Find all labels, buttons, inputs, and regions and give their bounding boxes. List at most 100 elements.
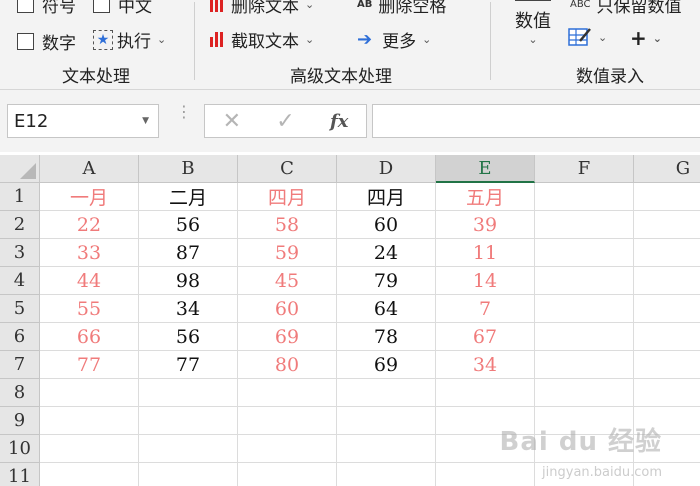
cell-a5[interactable]: 55: [40, 295, 139, 323]
checkbox-icon[interactable]: [17, 0, 34, 13]
cell-g7[interactable]: [634, 351, 700, 379]
cell-f7[interactable]: [535, 351, 634, 379]
row-header-2[interactable]: 2: [0, 211, 40, 239]
cell-c10[interactable]: [238, 435, 337, 463]
cell-c11[interactable]: [238, 463, 337, 486]
cell-d11[interactable]: [337, 463, 436, 486]
cell-d9[interactable]: [337, 407, 436, 435]
column-header-b[interactable]: B: [139, 155, 238, 183]
cell-f2[interactable]: [535, 211, 634, 239]
cell-b10[interactable]: [139, 435, 238, 463]
cell-d3[interactable]: 24: [337, 239, 436, 267]
cell-d5[interactable]: 64: [337, 295, 436, 323]
cell-g5[interactable]: [634, 295, 700, 323]
cell-f8[interactable]: [535, 379, 634, 407]
column-header-f[interactable]: F: [535, 155, 634, 183]
extract-text-button[interactable]: 截取文本 ⌄: [210, 27, 314, 52]
checkbox-icon[interactable]: [93, 0, 110, 13]
cell-g2[interactable]: [634, 211, 700, 239]
cell-e1[interactable]: 五月: [436, 183, 535, 211]
cell-f1[interactable]: [535, 183, 634, 211]
cell-a2[interactable]: 22: [40, 211, 139, 239]
column-header-d[interactable]: D: [337, 155, 436, 183]
cell-a3[interactable]: 33: [40, 239, 139, 267]
cell-b11[interactable]: [139, 463, 238, 486]
cell-g6[interactable]: [634, 323, 700, 351]
cell-c6[interactable]: 69: [238, 323, 337, 351]
edit-table-button[interactable]: ⌄: [568, 26, 607, 48]
delete-spaces-button[interactable]: AB 删除空格: [357, 0, 446, 17]
cell-c9[interactable]: [238, 407, 337, 435]
cell-a11[interactable]: [40, 463, 139, 486]
cell-e8[interactable]: [436, 379, 535, 407]
row-header-10[interactable]: 10: [0, 435, 40, 463]
cell-f3[interactable]: [535, 239, 634, 267]
cell-b6[interactable]: 56: [139, 323, 238, 351]
cell-a10[interactable]: [40, 435, 139, 463]
cell-a6[interactable]: 66: [40, 323, 139, 351]
row-header-6[interactable]: 6: [0, 323, 40, 351]
symbol-checkbox-item[interactable]: 符号: [17, 0, 76, 17]
cell-a9[interactable]: [40, 407, 139, 435]
enter-icon[interactable]: ✓: [259, 109, 313, 134]
cell-e11[interactable]: [436, 463, 535, 486]
cell-c1[interactable]: 四月: [238, 183, 337, 211]
checkbox-icon[interactable]: [17, 33, 34, 50]
cell-e6[interactable]: 67: [436, 323, 535, 351]
row-header-9[interactable]: 9: [0, 407, 40, 435]
cell-c2[interactable]: 58: [238, 211, 337, 239]
cell-b5[interactable]: 34: [139, 295, 238, 323]
cancel-icon[interactable]: ✕: [205, 109, 259, 134]
select-all-corner[interactable]: [0, 155, 40, 183]
cell-b9[interactable]: [139, 407, 238, 435]
cell-e3[interactable]: 11: [436, 239, 535, 267]
formula-input[interactable]: [372, 104, 700, 138]
insert-function-icon[interactable]: fx: [312, 111, 366, 132]
cell-b3[interactable]: 87: [139, 239, 238, 267]
cell-d6[interactable]: 78: [337, 323, 436, 351]
cell-d8[interactable]: [337, 379, 436, 407]
cell-a8[interactable]: [40, 379, 139, 407]
cell-b1[interactable]: 二月: [139, 183, 238, 211]
cell-b8[interactable]: [139, 379, 238, 407]
cell-f4[interactable]: [535, 267, 634, 295]
row-header-5[interactable]: 5: [0, 295, 40, 323]
row-header-7[interactable]: 7: [0, 351, 40, 379]
cell-c7[interactable]: 80: [238, 351, 337, 379]
cell-g1[interactable]: [634, 183, 700, 211]
cell-b7[interactable]: 77: [139, 351, 238, 379]
row-header-1[interactable]: 1: [0, 183, 40, 211]
row-header-3[interactable]: 3: [0, 239, 40, 267]
row-header-4[interactable]: 4: [0, 267, 40, 295]
add-button[interactable]: + ⌄: [630, 26, 662, 50]
cell-f5[interactable]: [535, 295, 634, 323]
chinese-checkbox-item[interactable]: 中文: [93, 0, 152, 17]
cell-a4[interactable]: 44: [40, 267, 139, 295]
row-header-8[interactable]: 8: [0, 379, 40, 407]
cell-d7[interactable]: 69: [337, 351, 436, 379]
cell-c8[interactable]: [238, 379, 337, 407]
cell-e2[interactable]: 39: [436, 211, 535, 239]
cell-d10[interactable]: [337, 435, 436, 463]
cell-e7[interactable]: 34: [436, 351, 535, 379]
row-header-11[interactable]: 11: [0, 463, 40, 486]
cell-d2[interactable]: 60: [337, 211, 436, 239]
cell-a7[interactable]: 77: [40, 351, 139, 379]
dropdown-arrow-icon[interactable]: ▼: [142, 116, 149, 126]
cell-g8[interactable]: [634, 379, 700, 407]
cell-b2[interactable]: 56: [139, 211, 238, 239]
more-button[interactable]: ➔ 更多 ⌄: [357, 27, 431, 52]
cell-g3[interactable]: [634, 239, 700, 267]
numeric-button[interactable]: 数值 ⌄: [515, 0, 551, 46]
cell-a1[interactable]: 一月: [40, 183, 139, 211]
cell-b4[interactable]: 98: [139, 267, 238, 295]
cell-c3[interactable]: 59: [238, 239, 337, 267]
cell-e5[interactable]: 7: [436, 295, 535, 323]
column-header-a[interactable]: A: [40, 155, 139, 183]
keep-numbers-button[interactable]: ABC 只保留数值: [570, 0, 682, 17]
name-box[interactable]: E12 ▼: [7, 104, 159, 138]
cell-e4[interactable]: 14: [436, 267, 535, 295]
cell-d1[interactable]: 四月: [337, 183, 436, 211]
delete-text-button[interactable]: 删除文本 ⌄: [210, 0, 314, 17]
execute-button[interactable]: ★ 执行 ⌄: [93, 27, 166, 52]
